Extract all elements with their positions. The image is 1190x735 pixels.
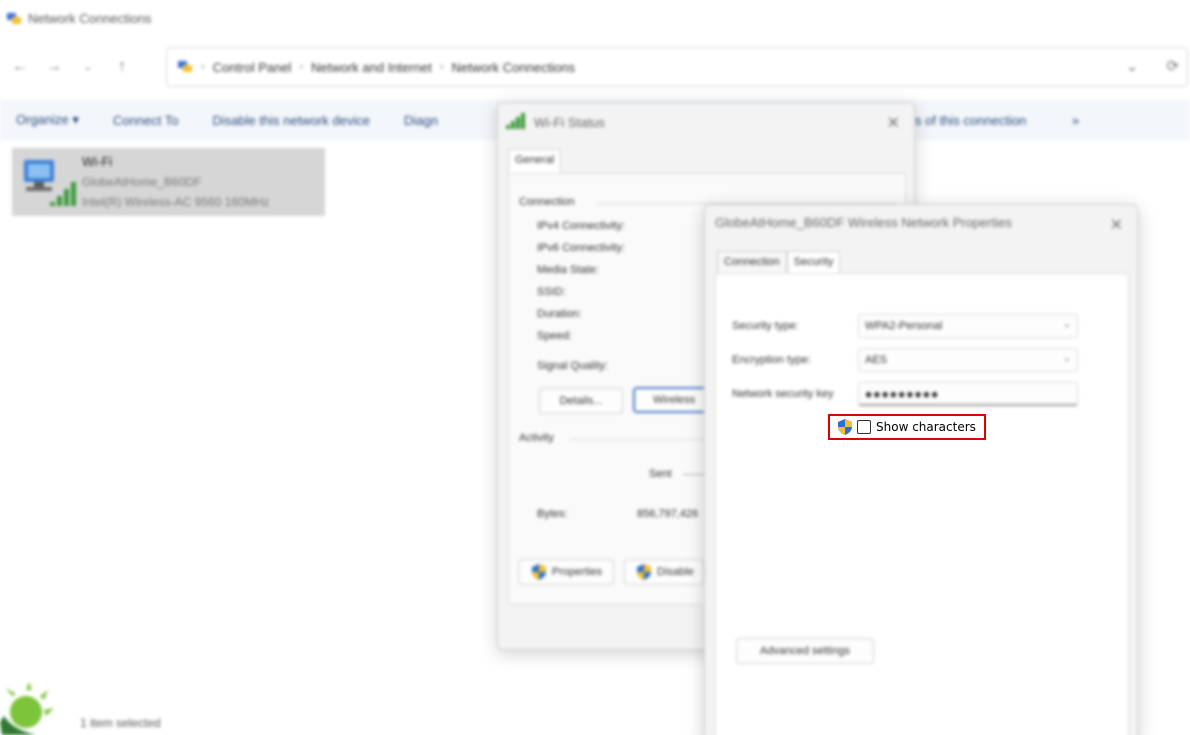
wifi-status-titlebar: Wi-Fi Status <box>506 113 605 132</box>
more-commands-button[interactable]: » <box>1072 113 1079 128</box>
breadcrumb-network-internet[interactable]: Network and Internet <box>311 60 432 75</box>
sun-logo-icon <box>0 676 60 735</box>
uac-shield-icon <box>836 418 854 436</box>
field-duration: Duration: <box>537 308 582 320</box>
status-properties-label: Properties <box>551 566 603 578</box>
connection-ssid: GlobeAtHome_B60DF <box>82 175 202 189</box>
address-network-icon <box>177 59 193 76</box>
network-key-input[interactable]: ●●●●●●●●● <box>858 382 1078 406</box>
recent-chevron-icon[interactable]: ⌄ <box>74 53 102 81</box>
details-button[interactable]: Details... <box>539 388 623 414</box>
view-status-button[interactable]: s of this connection <box>915 113 1026 128</box>
navigation-row: ← → ⌄ ↑ › Control Panel › Network and In… <box>0 44 1190 90</box>
tab-connection[interactable]: Connection <box>717 251 787 275</box>
field-ipv6: IPv6 Connectivity: <box>537 242 626 254</box>
close-icon[interactable]: ✕ <box>1110 215 1123 235</box>
breadcrumb-separator-icon: › <box>439 61 444 73</box>
security-type-select[interactable]: WPA2-Personal ⌄ <box>858 314 1078 338</box>
disable-device-button[interactable]: Disable this network device <box>212 113 370 128</box>
refresh-icon[interactable]: ⟳ <box>1166 57 1179 75</box>
bytes-label: Bytes: <box>537 508 568 520</box>
explorer-title: Network Connections <box>28 10 152 26</box>
tab-general[interactable]: General <box>508 149 562 173</box>
status-properties-button[interactable]: Properties <box>518 559 614 585</box>
sent-label: Sent <box>649 468 672 480</box>
status-disable-button[interactable]: Disable <box>624 559 704 585</box>
wifi-status-title: Wi-Fi Status <box>534 115 605 130</box>
address-dropdown-icon[interactable]: ⌄ <box>1126 57 1139 75</box>
bytes-sent-value: 856,797,426 <box>637 508 699 520</box>
encryption-type-select[interactable]: AES ⌄ <box>858 348 1078 372</box>
wireless-properties-dialog: GlobeAtHome_B60DF Wireless Network Prope… <box>704 204 1138 735</box>
close-icon[interactable]: ✕ <box>887 113 900 133</box>
field-ssid: SSID: <box>537 286 566 298</box>
address-bar[interactable]: › Control Panel › Network and Internet ›… <box>166 47 1188 87</box>
show-characters-label[interactable]: Show characters <box>876 420 976 434</box>
field-ipv4: IPv4 Connectivity: <box>537 220 626 232</box>
breadcrumb-control-panel[interactable]: Control Panel <box>213 60 292 75</box>
group-divider <box>569 439 709 440</box>
connection-group-label: Connection <box>519 196 575 208</box>
chevron-down-icon: ⌄ <box>1062 353 1071 364</box>
show-characters-highlight: Show characters <box>828 414 986 440</box>
chevron-down-icon: ⌄ <box>1062 319 1071 330</box>
signal-bars-icon <box>506 113 526 132</box>
diagnose-button[interactable]: Diagn <box>404 113 438 128</box>
field-signal-quality: Signal Quality: <box>537 360 608 372</box>
encryption-type-label: Encryption type: <box>732 354 811 366</box>
field-speed: Speed: <box>537 330 572 342</box>
uac-shield-icon <box>530 563 548 581</box>
tab-security[interactable]: Security <box>786 251 841 275</box>
up-arrow-icon[interactable]: ↑ <box>108 53 136 81</box>
forward-arrow-icon[interactable]: → <box>40 53 68 81</box>
security-panel: Security type: WPA2-Personal ⌄ Encryptio… <box>715 273 1129 735</box>
advanced-settings-button[interactable]: Advanced settings <box>736 638 874 664</box>
breadcrumb-separator-icon: › <box>299 61 304 73</box>
network-connections-icon <box>6 11 22 25</box>
breadcrumb-separator-icon: › <box>201 61 205 73</box>
network-key-label: Network security key <box>732 388 834 400</box>
breadcrumb-network-connections[interactable]: Network Connections <box>451 60 575 75</box>
organize-button[interactable]: Organize ▾ <box>16 112 79 128</box>
connect-to-button[interactable]: Connect To <box>113 113 179 128</box>
show-characters-checkbox[interactable] <box>857 420 871 434</box>
wireless-properties-tabs: Connection Security <box>717 251 841 275</box>
status-bar-text: 1 item selected <box>80 716 161 730</box>
back-arrow-icon[interactable]: ← <box>6 53 34 81</box>
wifi-adapter-icon <box>20 156 76 208</box>
wifi-status-tabs: General <box>508 149 562 173</box>
connection-adapter: Intel(R) Wireless-AC 9560 160MHz <box>82 195 270 209</box>
wifi-connection-item[interactable]: Wi-Fi GlobeAtHome_B60DF Intel(R) Wireles… <box>12 148 325 216</box>
background-windows: Network Connections ← → ⌄ ↑ › Control Pa… <box>0 0 1190 735</box>
explorer-titlebar: Network Connections <box>0 0 1190 36</box>
security-type-label: Security type: <box>732 320 799 332</box>
security-type-value: WPA2-Personal <box>865 320 943 332</box>
connection-name: Wi-Fi <box>82 154 113 169</box>
uac-shield-icon <box>635 563 653 581</box>
encryption-type-value: AES <box>865 354 888 366</box>
field-media-state: Media State: <box>537 264 599 276</box>
activity-group-label: Activity <box>519 432 554 444</box>
status-disable-label: Disable <box>657 566 694 578</box>
wireless-properties-title: GlobeAtHome_B60DF Wireless Network Prope… <box>715 215 1012 230</box>
